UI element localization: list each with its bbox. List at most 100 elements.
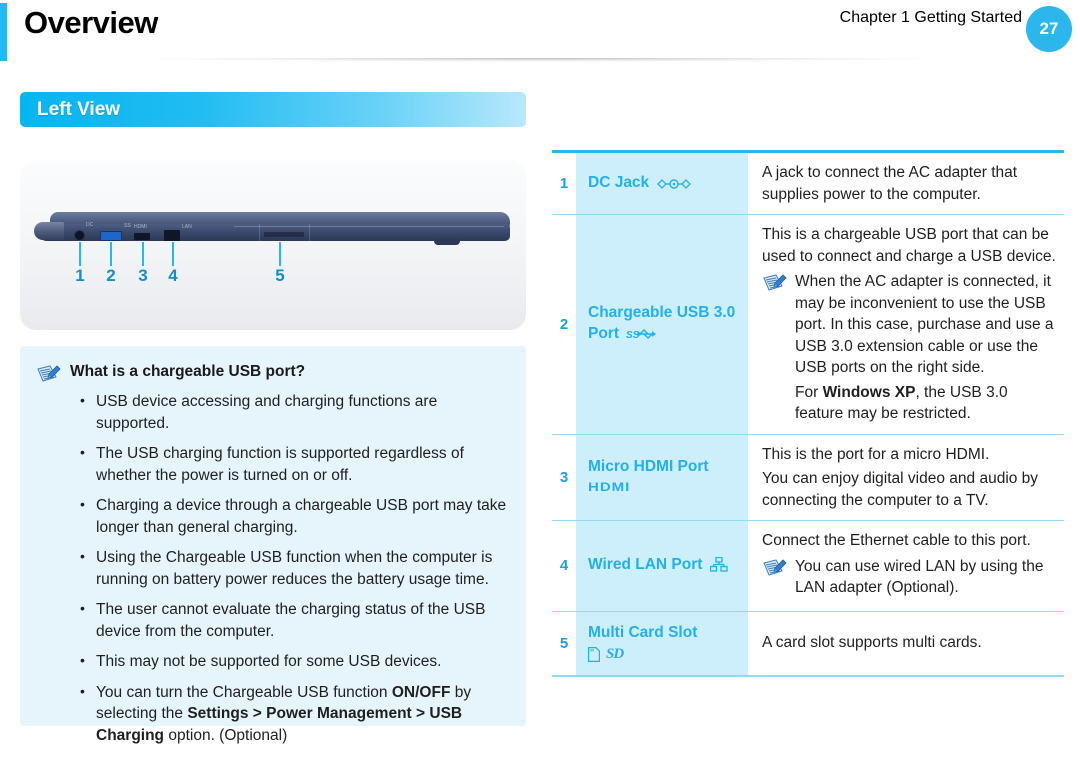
page-header: Overview Chapter 1 Getting Started 27: [0, 0, 1080, 68]
row-number: 2: [552, 214, 576, 435]
multi-card-slot-port: [264, 232, 304, 237]
callout-line-2: [110, 242, 112, 266]
list-item: Charging a device through a chargeable U…: [80, 494, 508, 538]
note-header: What is a chargeable USB port?: [36, 362, 508, 385]
row-label-cell: Wired LAN Port: [576, 520, 748, 612]
list-item-usb-charging: You can turn the Chargeable USB function…: [80, 681, 508, 747]
row-description-cell: Connect the Ethernet cable to this port.…: [748, 520, 1064, 612]
inline-note-text: You can use wired LAN by using the LAN a…: [795, 557, 1044, 597]
notepad-pen-icon: [763, 558, 787, 576]
lan-port-mark: LAN: [182, 224, 192, 230]
dc-jack-icon: [656, 175, 691, 196]
header-divider-shadow: [10, 58, 1070, 68]
row-label-cell: Chargeable USB 3.0 Port SS: [576, 214, 748, 435]
callout-number-3: 3: [138, 266, 148, 285]
row-description-cell: This is the port for a micro HDMI. You c…: [748, 434, 1064, 521]
notepad-pen-icon: [37, 365, 61, 382]
windows-xp-note: For Windows XP, the USB 3.0 feature may …: [762, 382, 1056, 425]
list-item: This may not be supported for some USB d…: [80, 650, 508, 673]
list-item: The user cannot evaluate the charging st…: [80, 598, 508, 642]
usb-port-mark: SS: [124, 223, 131, 229]
row-number: 5: [552, 611, 576, 677]
card-slot-icons: SD: [588, 644, 738, 665]
svg-text:SS: SS: [626, 330, 640, 341]
row-description-cell: A jack to connect the AC adapter that su…: [748, 150, 1064, 215]
row-number: 3: [552, 434, 576, 521]
dc-jack-port: [74, 230, 85, 241]
notepad-pen-icon: [763, 274, 787, 291]
laptop-illustration: DC SS HDMI LAN: [34, 212, 512, 245]
bullet-text-bold1: ON/OFF: [391, 683, 451, 701]
row-label-text: DC Jack: [588, 173, 650, 191]
dc-port-mark: DC: [86, 222, 94, 228]
row-label-cell: Multi Card Slot SD: [576, 611, 748, 677]
wired-lan-port: [164, 230, 180, 241]
hdmi-logo: HDMI: [588, 480, 631, 495]
header-chapter-block: Chapter 1 Getting Started: [840, 8, 1022, 28]
row-label-cell: Micro HDMI Port HDMI: [576, 434, 748, 521]
row-number: 4: [552, 520, 576, 612]
laptop-foot: [434, 239, 460, 245]
callout-line-5: [279, 242, 281, 266]
bullet-text-part1: You can turn the Chargeable USB function: [96, 683, 392, 701]
usb-superspeed-icon: SS: [626, 326, 657, 347]
manual-page: Overview Chapter 1 Getting Started 27 Le…: [0, 0, 1080, 766]
lan-network-icon: [709, 556, 728, 578]
section-title-bar: Left View: [20, 92, 526, 127]
row-description-cell: This is a chargeable USB port that can b…: [748, 214, 1064, 435]
description-text: A jack to connect the AC adapter that su…: [762, 164, 1018, 203]
header-chapter-label: Chapter 1: [839, 9, 910, 26]
port-spec-table: 1 DC Jack A jack to connect the AC adapt…: [552, 150, 1064, 677]
callout-number-4: 4: [168, 266, 178, 285]
row-label-text: Chargeable USB 3.0 Port: [588, 303, 736, 342]
table-row: 4 Wired LAN Port Connect the Ethernet ca…: [552, 520, 1064, 612]
row-number: 1: [552, 150, 576, 215]
row-description-cell: A card slot supports multi cards.: [748, 611, 1064, 677]
laptop-seam-line: [259, 224, 260, 241]
micro-hdmi-port: [134, 233, 150, 240]
description-text: A card slot supports multi cards.: [762, 634, 982, 652]
list-item: The USB charging function is supported r…: [80, 442, 508, 486]
callout-number-2: 2: [106, 266, 116, 285]
table-row: 3 Micro HDMI Port HDMI This is the port …: [552, 434, 1064, 521]
callout-number-1: 1: [75, 266, 85, 285]
laptop-seam-line: [309, 224, 310, 241]
description-text: Connect the Ethernet cable to this port.: [762, 532, 1031, 549]
laptop-seam-line: [234, 226, 504, 227]
inline-note: When the AC adapter is connected, it may…: [762, 271, 1056, 379]
description-text: This is the port for a micro HDMI.: [762, 445, 990, 463]
list-item: USB device accessing and charging functi…: [80, 390, 508, 434]
callout-number-5: 5: [275, 266, 285, 285]
chargeable-usb-note-box: What is a chargeable USB port? USB devic…: [20, 346, 526, 744]
laptop-figure-panel: DC SS HDMI LAN 1 2 3 4 5: [20, 160, 526, 330]
section-title-label: Left View: [37, 98, 121, 120]
description-text: This is a chargeable USB port that can b…: [762, 226, 1056, 265]
description-text: You can enjoy digital video and audio by…: [762, 470, 1039, 509]
table-row: 2 Chargeable USB 3.0 Port SS This is a c…: [552, 214, 1064, 435]
row-label-cell: DC Jack: [576, 150, 748, 215]
xp-note-bold: Windows XP: [822, 383, 916, 401]
laptop-hinge: [34, 222, 64, 240]
xp-note-part1: For: [795, 383, 823, 401]
list-item: Using the Chargeable USB function when t…: [80, 546, 508, 590]
row-label-text: Multi Card Slot: [588, 623, 698, 641]
memory-card-icon: [588, 646, 600, 662]
table-row: 5 Multi Card Slot SD A card slot support…: [552, 611, 1064, 677]
bullet-text-part3: option. (Optional): [164, 726, 288, 744]
callout-line-1: [79, 242, 81, 266]
callout-line-4: [172, 242, 174, 266]
header-section-label: Getting Started: [914, 9, 1022, 26]
sd-logo: SD: [606, 645, 624, 662]
callout-line-3: [142, 242, 144, 266]
hdmi-port-mark: HDMI: [134, 224, 147, 230]
page-number-badge: 27: [1026, 6, 1072, 52]
table-row: 1 DC Jack A jack to connect the AC adapt…: [552, 150, 1064, 215]
inline-note: You can use wired LAN by using the LAN a…: [762, 556, 1056, 599]
row-label-text: Micro HDMI Port: [588, 458, 709, 476]
header-accent-bar: [0, 3, 7, 61]
inline-note-text: When the AC adapter is connected, it may…: [795, 273, 1054, 376]
row-label-text: Wired LAN Port: [588, 555, 703, 573]
note-bullet-list: USB device accessing and charging functi…: [36, 390, 508, 747]
usb-3-port: [100, 231, 122, 241]
page-title: Overview: [24, 5, 158, 40]
